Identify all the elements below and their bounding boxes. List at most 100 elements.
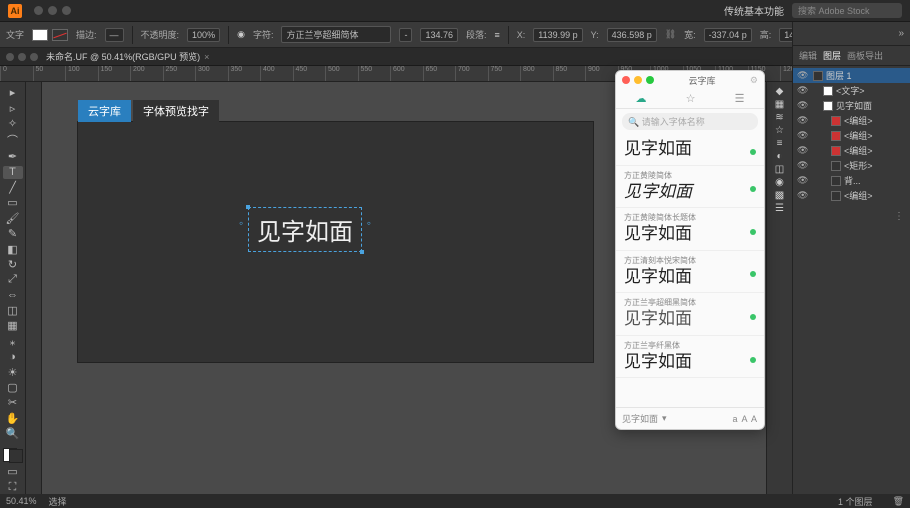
font-cloud-panel[interactable]: 云字库 ⚙ ☁ ☆ ☰ 🔍 请输入字体名称 见字如面方正黄陵简体见字如面方正黄陵… [615,70,765,430]
doc-traffic-min[interactable] [18,53,26,61]
symbols-panel-icon[interactable]: ☆ [775,125,784,136]
swatches-panel-icon[interactable]: ▦ [775,99,784,110]
rect-tool[interactable]: ▭ [3,196,23,209]
direct-select-tool[interactable]: ▹ [3,101,23,114]
more-panel-icon[interactable]: ⋮ [894,211,904,222]
width-tool[interactable]: ⇔ [3,289,23,302]
layer-row[interactable]: 👁<编组> [793,188,910,203]
panel-min-icon[interactable] [634,76,642,84]
star-tab-icon[interactable]: ☆ [686,92,696,105]
opacity-field[interactable]: 100% [187,28,220,42]
ruler-horizontal[interactable]: 0501001502002503003504004505005506006507… [0,66,910,82]
trash-icon[interactable]: 🗑 [893,496,904,507]
traffic-min[interactable] [48,6,57,15]
eraser-tool[interactable]: ◧ [3,242,23,255]
eyedropper-tool[interactable]: ⁎ [3,335,23,348]
transparency-panel-icon[interactable]: ◫ [775,164,784,175]
blend-tool[interactable]: ◑ [3,350,23,363]
visibility-icon[interactable]: 👁 [797,70,807,81]
zoom-tool[interactable]: 🔍 [3,427,23,440]
font-item[interactable]: 见字如面 [616,134,764,166]
y-field[interactable]: 436.598 p [607,28,657,42]
artboard-tool[interactable]: ▢ [3,381,23,394]
doc-traffic-max[interactable] [30,53,38,61]
free-transform-tool[interactable]: ◫ [3,304,23,317]
layer-row[interactable]: 👁图层 1 [793,68,910,83]
pen-tool[interactable]: ✒ [3,150,23,163]
text-object[interactable]: ◦ 见字如面 ◦ [248,207,362,252]
font-item[interactable]: 方正黄陵简体长题体见字如面 [616,208,764,251]
cloud-tab-icon[interactable]: ☁ [636,92,647,105]
traffic-close[interactable] [34,6,43,15]
panel-settings-icon[interactable]: ⚙ [750,75,758,86]
size-toggle[interactable]: a A A [732,414,758,424]
visibility-icon[interactable]: 👁 [797,85,807,96]
stroke-panel-icon[interactable]: ≡ [777,138,783,149]
brush-tool[interactable]: 🖌 [3,212,23,225]
wand-tool[interactable]: ✧ [3,117,23,130]
close-tab-icon[interactable]: × [204,52,209,62]
fill-swatch[interactable] [32,29,48,41]
link-icon[interactable]: ⛓ [665,29,676,40]
font-style-field[interactable]: - [399,28,412,42]
list-tab-icon[interactable]: ☰ [735,92,745,105]
panel-close-icon[interactable] [622,76,630,84]
panel-menu-icon[interactable]: » [898,28,904,39]
panel-max-icon[interactable] [646,76,654,84]
layer-row[interactable]: 👁见字如面 [793,98,910,113]
layers-panel-icon[interactable]: ☰ [775,203,784,214]
slice-tool[interactable]: ✂ [3,396,23,409]
font-item[interactable]: 方正兰亭纤黑体见字如面 [616,336,764,379]
font-item[interactable]: 方正黄陵简体见字如面 [616,166,764,209]
change-screen-icon[interactable]: ⛶ [3,481,23,494]
layer-row[interactable]: 👁背... [793,173,910,188]
dropdown-icon[interactable]: ▾ [662,413,667,424]
align-left-icon[interactable]: ≡ [495,30,500,40]
font-item[interactable]: 方正清刻本悦宋简体见字如面 [616,251,764,294]
stock-search[interactable]: 搜索 Adobe Stock [792,3,902,18]
layer-row[interactable]: 👁<矩形> [793,158,910,173]
layer-row[interactable]: 👁<文字> [793,83,910,98]
color-picker-icon[interactable]: ◉ [237,29,245,40]
visibility-icon[interactable]: 👁 [797,160,807,171]
anchor-right[interactable]: ◦ [367,216,371,230]
x-field[interactable]: 1139.99 p [533,28,582,42]
line-tool[interactable]: ╱ [3,181,23,194]
font-size-field[interactable]: 134.76 [420,28,458,42]
layer-row[interactable]: 👁<编组> [793,128,910,143]
ruler-vertical[interactable] [26,82,42,494]
anchor-left[interactable]: ◦ [239,216,243,230]
lasso-tool[interactable]: ⌒ [3,132,23,148]
hand-tool[interactable]: ✋ [3,412,23,425]
font-search[interactable]: 🔍 请输入字体名称 [622,113,758,130]
doc-traffic-close[interactable] [6,53,14,61]
visibility-icon[interactable]: 👁 [797,145,807,156]
visibility-icon[interactable]: 👁 [797,190,807,201]
screen-mode-icon[interactable]: ▭ [3,465,23,478]
appearance-panel-icon[interactable]: ◉ [775,177,784,188]
selection-tool[interactable]: ▸ [3,86,23,99]
color-pair[interactable] [3,448,23,463]
traffic-max[interactable] [62,6,71,15]
layer-row[interactable]: 👁<编组> [793,113,910,128]
graphic-styles-icon[interactable]: ▩ [775,190,784,201]
artboard[interactable]: 云字库 字体预览找字 ◦ 见字如面 ◦ [78,122,593,362]
tab-edit[interactable]: 编辑 [799,49,817,62]
zoom-level[interactable]: 50.41% [6,496,37,506]
visibility-icon[interactable]: 👁 [797,100,807,111]
color-panel-icon[interactable]: ◆ [776,86,784,97]
symbol-tool[interactable]: ☀ [3,365,23,378]
font-family-field[interactable]: 方正兰亭超细简体 [281,26,391,43]
pencil-tool[interactable]: ✎ [3,227,23,240]
layer-row[interactable]: 👁<编组> [793,143,910,158]
rotate-tool[interactable]: ↻ [3,258,23,271]
w-field[interactable]: -337.04 p [704,28,752,42]
preview-text-field[interactable]: 见字如面 [622,412,658,425]
gradient-tool[interactable]: ▦ [3,319,23,332]
font-item[interactable]: 方正兰亭超细黑简体见字如面 [616,293,764,336]
tab-layers[interactable]: 图层 [823,49,841,62]
brushes-panel-icon[interactable]: ≋ [775,112,783,123]
stroke-swatch[interactable] [52,29,68,41]
visibility-icon[interactable]: 👁 [797,175,807,186]
workspace-switcher[interactable]: 传统基本功能 [724,3,784,18]
